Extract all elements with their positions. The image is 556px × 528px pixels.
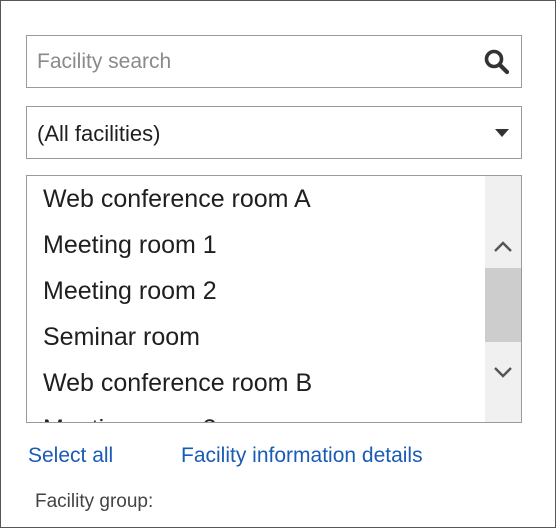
list-item[interactable]: Seminar room xyxy=(27,314,485,360)
search-icon[interactable] xyxy=(483,48,511,76)
select-all-link[interactable]: Select all xyxy=(28,444,113,468)
facility-listbox[interactable]: Web conference room A Meeting room 1 Mee… xyxy=(26,175,522,423)
facility-list: Web conference room A Meeting room 1 Mee… xyxy=(27,176,485,422)
facility-group-label: Facility group: xyxy=(35,491,154,512)
facility-search-box[interactable] xyxy=(26,35,522,88)
facility-selector-panel: (All facilities) Web conference room A M… xyxy=(0,0,556,528)
scroll-down-chevron-icon[interactable] xyxy=(485,358,521,388)
list-scrollbar[interactable] xyxy=(485,176,521,422)
list-item[interactable]: Meeting room 2 xyxy=(27,268,485,314)
facility-search-input[interactable] xyxy=(37,36,467,87)
list-item[interactable]: Meeting room 3 xyxy=(27,406,485,422)
list-item[interactable]: Web conference room A xyxy=(27,176,485,222)
list-item[interactable]: Meeting room 1 xyxy=(27,222,485,268)
select-value: (All facilities) xyxy=(37,121,161,146)
list-item[interactable]: Web conference room B xyxy=(27,360,485,406)
facility-details-link[interactable]: Facility information details xyxy=(181,444,423,468)
scroll-thumb[interactable] xyxy=(485,268,521,342)
scroll-up-chevron-icon[interactable] xyxy=(485,231,521,261)
caret-down-icon xyxy=(495,129,509,137)
facility-category-select[interactable]: (All facilities) xyxy=(26,106,522,159)
